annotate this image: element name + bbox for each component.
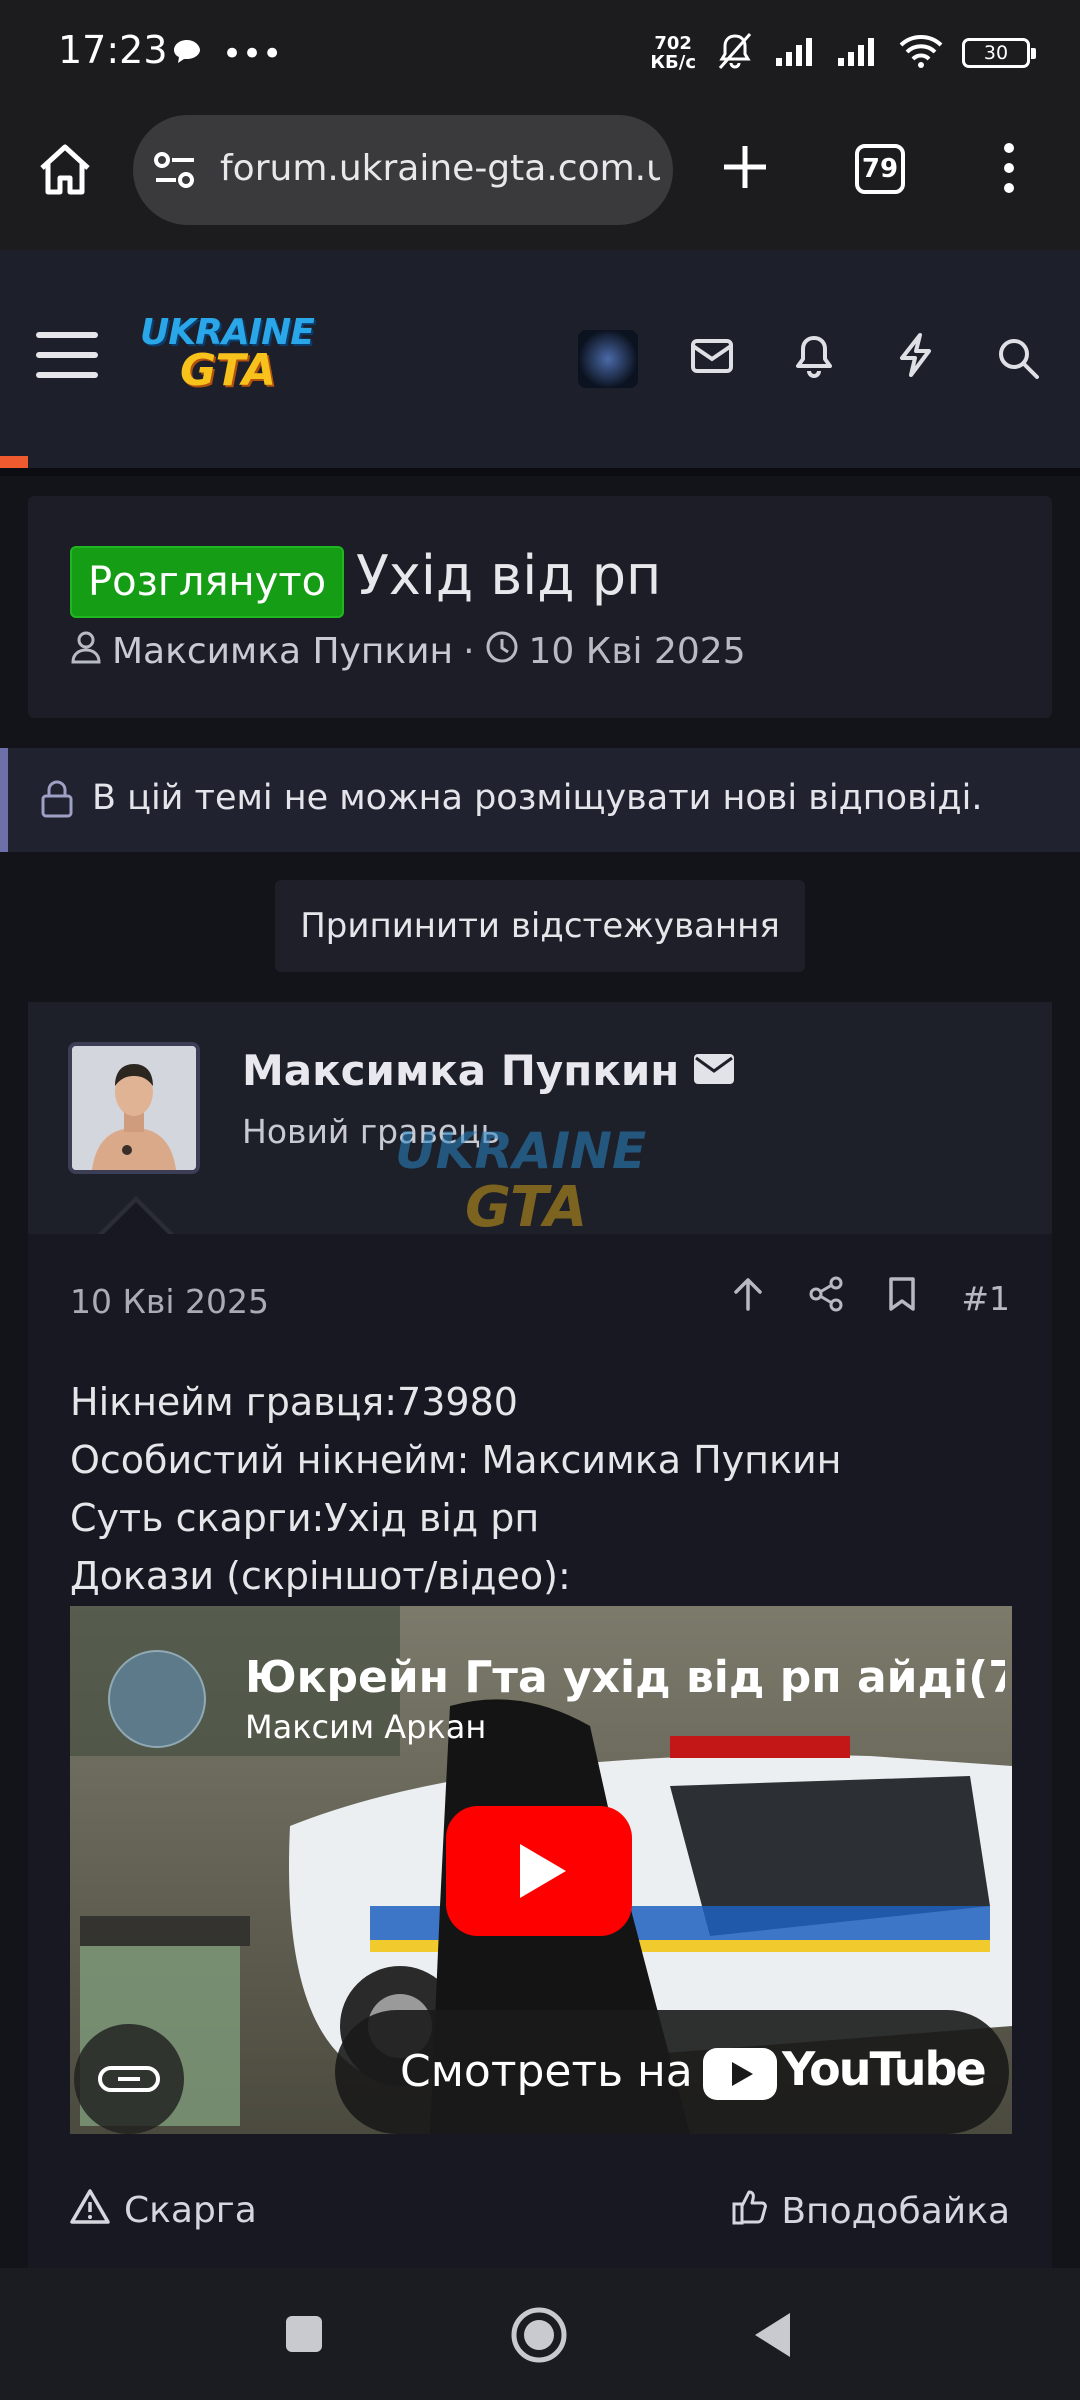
post-line-evidence: Докази (скріншот/відео): <box>70 1554 571 1598</box>
user-icon <box>70 630 102 673</box>
envelope-icon[interactable] <box>693 1046 735 1095</box>
tab-switcher-button[interactable]: 79 <box>855 144 905 194</box>
search-icon[interactable] <box>996 336 1040 384</box>
status-time: 17:23 <box>58 28 168 72</box>
watch-on-label[interactable]: Смотреть на <box>400 2046 693 2097</box>
report-link[interactable]: Скарга <box>70 2188 257 2233</box>
watermark-line-2: GTA <box>465 1175 588 1240</box>
thumbs-up-icon <box>731 2188 769 2235</box>
thread-date[interactable]: 10 Кві 2025 <box>529 631 746 672</box>
post-number[interactable]: #1 <box>961 1279 1010 1318</box>
header-divider <box>0 468 1080 476</box>
post-actions: #1 <box>731 1276 1010 1320</box>
net-speed-value: 702 <box>654 33 692 54</box>
channel-avatar[interactable] <box>108 1650 206 1748</box>
status-icons: 702 КБ/с 30 <box>650 30 1036 76</box>
user-arrow <box>100 1202 172 1238</box>
meta-separator: · <box>463 631 475 672</box>
copy-link-button[interactable] <box>74 2024 184 2134</box>
lock-icon <box>40 780 74 822</box>
inbox-icon[interactable] <box>690 338 734 378</box>
clock-icon <box>485 630 519 673</box>
locked-notice-text: В цій темі не можна розміщувати нові від… <box>92 778 983 818</box>
thread-author-link[interactable]: Максимка Пупкин <box>112 631 453 672</box>
user-avatar-thumb[interactable] <box>578 330 638 388</box>
watermark-logo: UKRAINE GTA <box>395 1122 646 1236</box>
new-tab-icon[interactable] <box>718 140 772 198</box>
youtube-logo-icon[interactable] <box>703 2048 777 2104</box>
home-icon[interactable] <box>36 140 94 202</box>
forum-logo[interactable]: UKRAINE GTA <box>140 312 315 404</box>
progress-accent-bar <box>0 456 28 468</box>
post-avatar[interactable] <box>68 1042 200 1174</box>
post-username[interactable]: Максимка Пупкин <box>242 1046 735 1095</box>
watermark-line-1: UKRAINE <box>395 1122 647 1180</box>
youtube-wordmark[interactable]: YouTube <box>782 2042 987 2096</box>
whats-new-bolt-icon[interactable] <box>896 332 934 382</box>
post-date[interactable]: 10 Кві 2025 <box>70 1282 269 1321</box>
signal-icon-1 <box>774 36 818 70</box>
post-username-text[interactable]: Максимка Пупкин <box>242 1046 679 1095</box>
home-nav-icon[interactable] <box>510 2306 568 2368</box>
post-line-personal: Особистий нікнейм: Максимка Пупкин <box>70 1438 842 1482</box>
recent-apps-icon[interactable] <box>284 2314 324 2358</box>
thread-title: Ухід від рп <box>356 544 662 607</box>
post-line-essence: Суть скарги:Ухід від рп <box>70 1496 540 1540</box>
battery-level: 30 <box>983 42 1009 64</box>
site-settings-icon[interactable] <box>152 150 198 194</box>
like-button[interactable]: Вподобайка <box>731 2188 1010 2235</box>
report-label[interactable]: Скарга <box>124 2190 257 2231</box>
browser-menu-icon[interactable] <box>1002 142 1016 198</box>
net-speed: 702 КБ/с <box>650 34 696 72</box>
video-title[interactable]: Юкрейн Гта ухід від рп айді(73980) <box>245 1652 1005 1703</box>
warning-icon <box>70 2188 110 2233</box>
bookmark-icon[interactable] <box>887 1276 917 1320</box>
more-notifications-icon: ••• <box>222 34 283 74</box>
arrow-up-icon[interactable] <box>731 1276 765 1320</box>
back-nav-icon[interactable] <box>752 2310 792 2364</box>
status-badge[interactable]: Розглянуто <box>70 546 345 618</box>
post-line-nickname: Нікнейм гравця:73980 <box>70 1380 518 1424</box>
wifi-icon <box>898 34 944 72</box>
battery-icon: 30 <box>962 38 1036 68</box>
signal-icon-2 <box>836 36 880 70</box>
logo-line-2: GTA <box>180 345 276 396</box>
message-icon <box>172 38 202 70</box>
url-text[interactable]: forum.ukraine-gta.com.ua/ <box>220 148 660 189</box>
hamburger-menu-icon[interactable] <box>36 330 98 384</box>
notifications-bell-icon[interactable] <box>794 334 834 382</box>
share-icon[interactable] <box>809 1276 843 1320</box>
mute-bell-icon <box>714 30 756 76</box>
thread-meta: Максимка Пупкин · 10 Кві 2025 <box>70 630 746 673</box>
youtube-play-button[interactable] <box>446 1806 632 1936</box>
video-channel[interactable]: Максим Аркан <box>245 1708 486 1746</box>
like-label[interactable]: Вподобайка <box>781 2191 1010 2232</box>
unwatch-button[interactable]: Припинити відстежування <box>275 880 805 972</box>
net-speed-unit: КБ/с <box>650 52 696 73</box>
